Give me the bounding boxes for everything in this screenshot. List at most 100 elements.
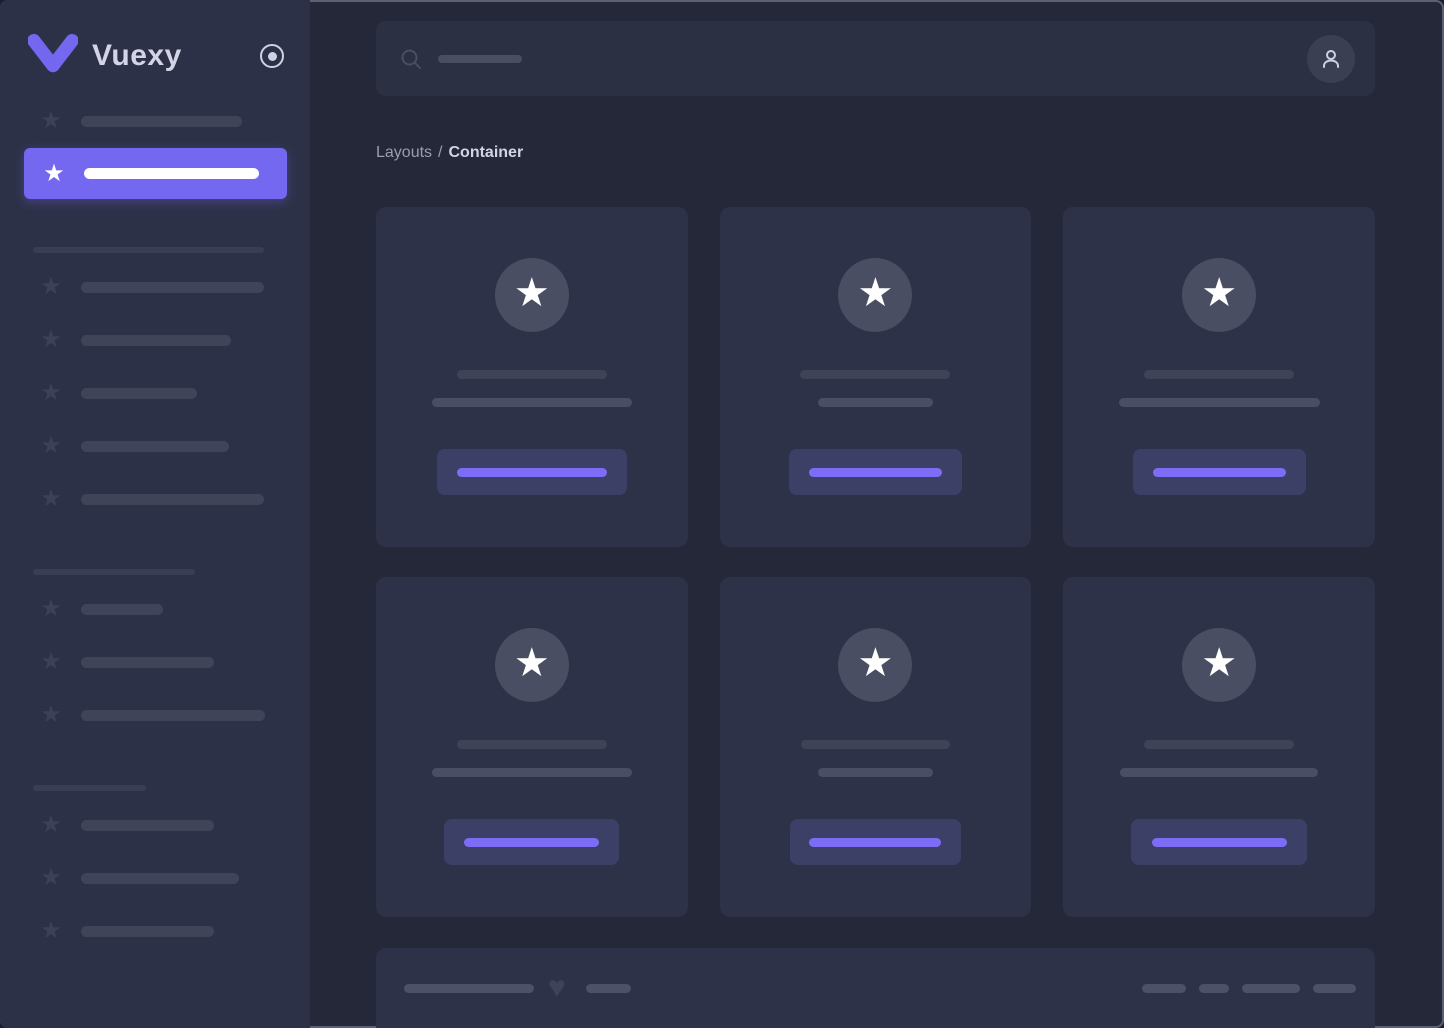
card-grid: ★ ★ ★ ★ ★ ★ [376, 207, 1375, 917]
star-icon: ★ [513, 271, 550, 315]
footer-link-skeleton [1199, 983, 1229, 993]
sidebar-item[interactable]: ★ [0, 803, 310, 847]
star-icon: ★ [40, 595, 62, 622]
sidebar-item-placeholder[interactable]: ★ [0, 99, 310, 143]
sidebar-item[interactable]: ★ [0, 265, 310, 309]
star-icon: ★ [513, 641, 550, 685]
star-icon: ★ [40, 107, 62, 134]
star-icon: ★ [40, 701, 62, 728]
sidebar-item[interactable]: ★ [0, 477, 310, 521]
star-icon: ★ [40, 273, 62, 300]
card-action-button[interactable] [1132, 449, 1306, 495]
user-icon [1323, 49, 1339, 68]
star-icon: ★ [40, 379, 62, 406]
sidebar-item[interactable]: ★ [0, 371, 310, 415]
footer-text-skeleton [404, 983, 534, 993]
button-label-skeleton [809, 837, 942, 847]
footer-link-skeleton [1313, 983, 1356, 993]
skeleton-bar [84, 168, 259, 179]
user-avatar[interactable] [1307, 34, 1355, 83]
sidebar-item[interactable]: ★ [0, 424, 310, 468]
breadcrumb-parent-link[interactable]: Layouts [376, 144, 432, 161]
star-icon: ★ [857, 641, 894, 685]
footer-link-skeleton [1142, 983, 1186, 993]
breadcrumb-current: Container [448, 144, 524, 161]
card-avatar-circle: ★ [494, 628, 569, 702]
section-header-skeleton [33, 569, 195, 575]
card-action-button[interactable] [444, 819, 620, 865]
placeholder-card: ★ [719, 207, 1032, 547]
skeleton-bar [81, 603, 163, 615]
skeleton-subtitle-bar [431, 398, 632, 407]
card-action-button[interactable] [1131, 819, 1308, 865]
skeleton-title-bar [800, 370, 951, 379]
placeholder-card: ★ [376, 577, 688, 917]
sidebar-item[interactable]: ★ [0, 856, 310, 900]
skeleton-bar [81, 387, 197, 399]
sidebar-item-active[interactable]: ★ [24, 148, 287, 199]
placeholder-card: ★ [1063, 577, 1375, 917]
radio-dot-icon [267, 51, 277, 61]
star-icon: ★ [1201, 271, 1238, 315]
button-label-skeleton [1152, 467, 1286, 477]
star-icon: ★ [40, 864, 62, 891]
card-action-button[interactable] [436, 449, 627, 495]
skeleton-bar [81, 115, 242, 127]
star-icon: ★ [857, 271, 894, 315]
footer-left: ♥ [404, 973, 631, 1003]
card-avatar-circle: ★ [1182, 628, 1257, 702]
logo-row: Vuexy [28, 32, 284, 80]
placeholder-card: ★ [1063, 207, 1375, 547]
card-action-button[interactable] [788, 449, 962, 495]
skeleton-subtitle-bar [1120, 768, 1319, 777]
star-icon: ★ [43, 159, 65, 187]
footer-text-skeleton [585, 983, 631, 993]
card-avatar-circle: ★ [838, 628, 913, 702]
skeleton-title-bar [800, 740, 950, 749]
card-action-button[interactable] [789, 819, 961, 865]
star-icon: ★ [40, 917, 62, 944]
star-icon: ★ [40, 432, 62, 459]
star-icon: ★ [40, 485, 62, 512]
skeleton-title-bar [1144, 370, 1295, 379]
sidebar-item[interactable]: ★ [0, 640, 310, 684]
card-avatar-circle: ★ [1182, 258, 1257, 332]
skeleton-bar [81, 334, 231, 346]
skeleton-title-bar [456, 740, 607, 749]
skeleton-bar [81, 656, 214, 668]
skeleton-title-bar [1144, 740, 1295, 749]
star-icon: ★ [40, 811, 62, 838]
sidebar-item[interactable]: ★ [0, 318, 310, 362]
button-label-skeleton [456, 467, 607, 477]
sidebar-item[interactable]: ★ [0, 693, 310, 737]
skeleton-subtitle-bar [817, 768, 933, 777]
skeleton-subtitle-bar [431, 768, 632, 777]
skeleton-bar [81, 440, 229, 452]
section-header-skeleton [33, 785, 146, 791]
footer-link-skeleton [1242, 983, 1300, 993]
app-title: Vuexy [92, 39, 182, 72]
skeleton-bar [81, 819, 214, 831]
section-header-skeleton [33, 247, 264, 253]
star-icon: ★ [40, 648, 62, 675]
skeleton-bar [81, 709, 265, 721]
app-window: Vuexy ★ ★ ★ ★ ★ ★ ★ ★ ★ ★ ★ ★ ★ Layouts … [0, 0, 1444, 1028]
skeleton-subtitle-bar [817, 398, 933, 407]
search-input[interactable] [376, 21, 1375, 96]
skeleton-bar [81, 925, 214, 937]
sidebar-nav: ★ ★ ★ ★ ★ ★ ★ ★ ★ ★ ★ ★ ★ [0, 99, 310, 953]
skeleton-bar [81, 872, 239, 884]
placeholder-card: ★ [376, 207, 688, 547]
vuexy-logo-icon [28, 34, 78, 73]
sidebar-item[interactable]: ★ [0, 587, 310, 631]
breadcrumb: Layouts / Container [376, 143, 1375, 162]
sidebar-item[interactable]: ★ [0, 909, 310, 953]
skeleton-bar [81, 281, 264, 293]
button-label-skeleton [1151, 837, 1287, 847]
search-placeholder-skeleton [438, 54, 522, 63]
sidebar-pin-toggle[interactable] [260, 44, 284, 68]
breadcrumb-separator: / [438, 144, 443, 161]
card-avatar-circle: ★ [494, 258, 569, 332]
main-content: Layouts / Container ★ ★ ★ ★ ★ ★ ♥ [310, 0, 1444, 1028]
search-icon [401, 49, 421, 69]
